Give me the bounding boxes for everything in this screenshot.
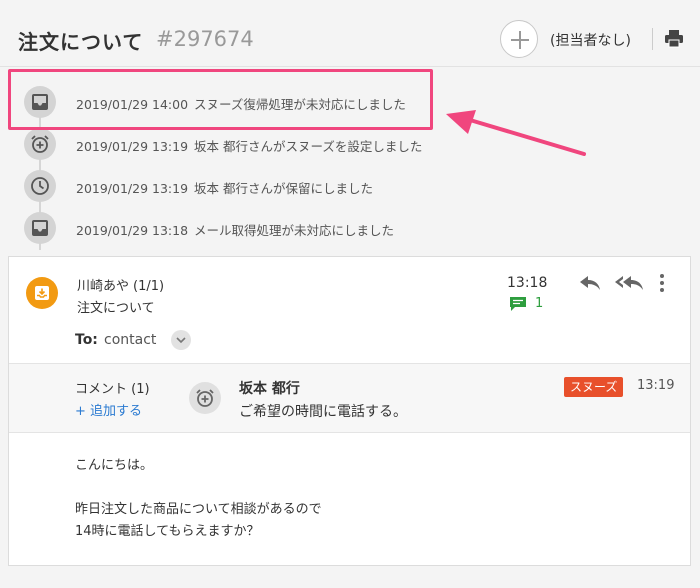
timeline-timestamp: 2019/01/29 13:19 (76, 139, 189, 154)
timeline-item: 2019/01/29 13:18 メール取得処理が未対応にしました (24, 212, 684, 246)
body-line: 昨日注文した商品について相談があるので (75, 502, 322, 517)
message-body: こんにちは。 昨日注文した商品について相談があるので 14時に電話してもらえます… (75, 455, 322, 543)
page-title: 注文について (18, 30, 144, 54)
timeline-text: メール取得処理が未対応にしました (194, 223, 395, 238)
inbox-arrow-icon (35, 286, 49, 300)
add-comment-link[interactable]: + 追加する (75, 400, 142, 419)
sender-avatar (26, 277, 58, 309)
expand-recipients-button[interactable] (171, 330, 191, 350)
sender-count: (1/1) (133, 279, 165, 294)
message-card: 川崎あや (1/1) 注文について To: contact 13:18 1 コメン… (8, 256, 691, 566)
timeline-timestamp: 2019/01/29 13:18 (76, 223, 189, 238)
comment-time: 13:19 (637, 378, 675, 393)
annotation-highlight-box (8, 69, 433, 130)
more-options-icon[interactable] (659, 273, 665, 293)
plus-icon (511, 31, 529, 49)
snooze-badge: スヌーズ (564, 377, 624, 397)
comment-label: コメント (1) (75, 382, 150, 397)
annotation-arrow (446, 110, 586, 156)
to-label: To: (75, 332, 98, 348)
comment-icon[interactable] (509, 296, 527, 312)
clock-icon (31, 177, 49, 195)
timeline-text: 坂本 都行さんがスヌーズを設定しました (194, 139, 423, 154)
sender-name: 川崎あや (77, 279, 130, 294)
timeline-text: 坂本 都行さんが保留にしました (194, 181, 373, 196)
comment-count: 1 (535, 296, 544, 311)
alarm-plus-icon (196, 389, 214, 407)
body-line: こんにちは。 (75, 458, 154, 473)
divider (652, 28, 653, 50)
comment-avatar (189, 382, 221, 414)
print-icon[interactable] (664, 30, 684, 48)
to-value: contact (104, 332, 157, 348)
add-assignee-button[interactable] (500, 20, 538, 58)
comment-section: コメント (1) + 追加する 坂本 都行 ご希望の時間に電話する。 スヌーズ … (9, 363, 690, 433)
inbox-icon (32, 220, 48, 236)
reply-all-icon[interactable] (614, 275, 644, 291)
ticket-header: 注文について #297674 (担当者なし) (0, 0, 700, 66)
timeline-timestamp: 2019/01/29 13:19 (76, 181, 189, 196)
alarm-plus-icon (31, 135, 49, 153)
comment-author: 坂本 都行 (239, 381, 300, 397)
reply-icon[interactable] (579, 275, 601, 291)
body-line: 14時に電話してもらえますか？ (75, 524, 260, 539)
comment-text: ご希望の時間に電話する。 (239, 404, 407, 420)
ticket-id: #297674 (156, 27, 254, 51)
timeline-item: 2019/01/29 13:19 坂本 都行さんが保留にしました (24, 170, 684, 204)
message-time: 13:18 (507, 275, 548, 291)
message-subject: 注文について (77, 301, 155, 316)
chevron-down-icon (176, 337, 186, 344)
assignee-label[interactable]: (担当者なし) (550, 30, 631, 50)
header-divider (0, 66, 700, 67)
